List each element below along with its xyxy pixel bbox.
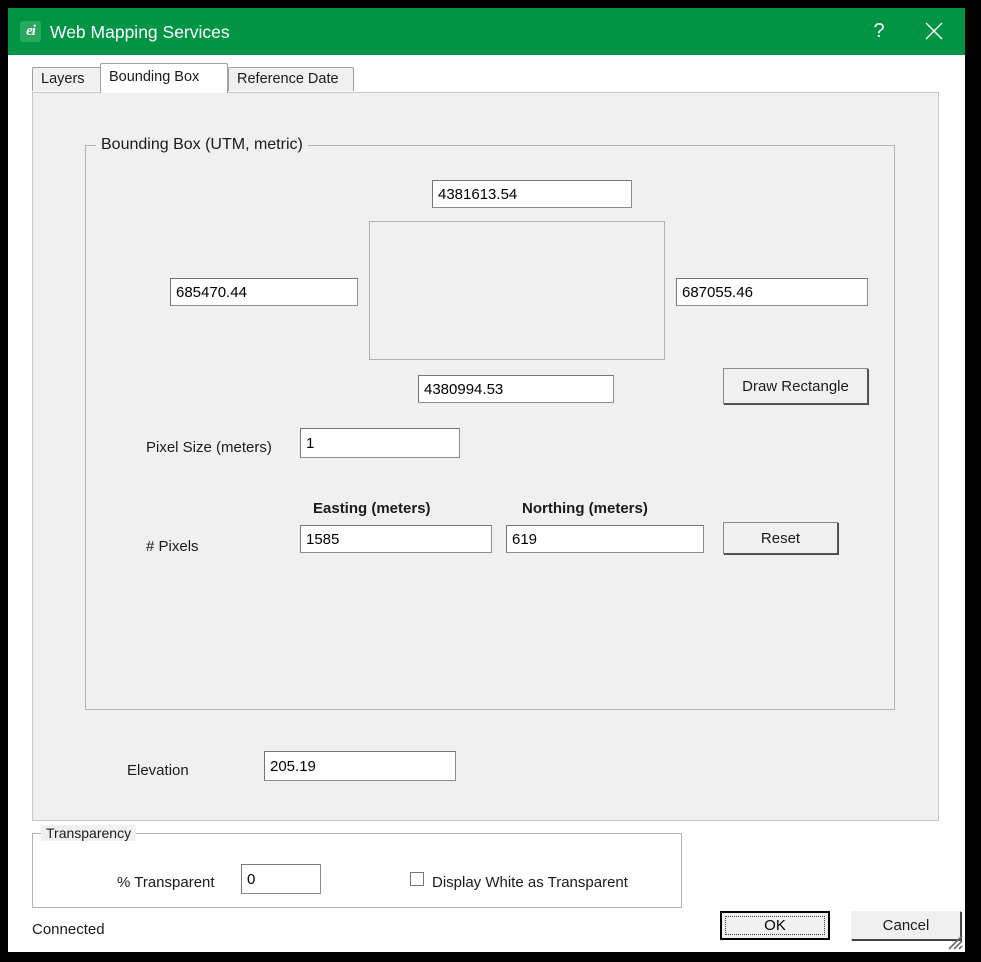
bounding-box-group: Bounding Box (UTM, metric) 4381613.54 68… [85, 145, 895, 710]
close-button[interactable] [911, 8, 957, 55]
title-bar: ei Web Mapping Services ? [8, 8, 965, 55]
pixel-size-input[interactable]: 1 [300, 428, 460, 458]
pixel-size-value: 1 [306, 436, 314, 451]
num-pixels-label: # Pixels [146, 539, 199, 554]
percent-transparent-label: % Transparent [117, 875, 215, 890]
close-icon [925, 22, 943, 40]
resize-grip-icon[interactable] [945, 932, 963, 950]
display-white-transparent-checkbox[interactable] [410, 872, 424, 886]
west-bound-value: 685470.44 [176, 285, 247, 300]
reset-label: Reset [761, 530, 800, 547]
elevation-label: Elevation [127, 763, 189, 778]
south-bound-value: 4380994.53 [424, 382, 503, 397]
ok-button[interactable]: OK [720, 911, 830, 940]
west-bound-input[interactable]: 685470.44 [170, 278, 358, 306]
easting-header-label: Easting (meters) [313, 501, 431, 516]
ok-label: OK [725, 916, 825, 935]
transparency-group-label: Transparency [41, 825, 136, 841]
south-bound-input[interactable]: 4380994.53 [418, 375, 614, 403]
transparency-group: Transparency % Transparent 0 Display Whi… [32, 833, 682, 908]
dialog-window: ei Web Mapping Services ? Layers Boundin… [8, 8, 965, 952]
question-mark-icon: ? [873, 20, 884, 42]
tab-bounding-box[interactable]: Bounding Box [100, 63, 228, 93]
app-logo-icon: ei [20, 21, 41, 42]
pixel-size-label: Pixel Size (meters) [146, 440, 272, 455]
status-bar-text: Connected [32, 921, 105, 938]
northing-pixels-value: 619 [512, 532, 537, 547]
tab-layers[interactable]: Layers [32, 67, 102, 91]
elevation-value: 205.19 [270, 759, 316, 774]
bounding-box-preview-rect[interactable] [369, 221, 665, 360]
reset-button[interactable]: Reset [723, 522, 838, 554]
easting-pixels-value: 1585 [306, 532, 339, 547]
north-bound-value: 4381613.54 [438, 187, 517, 202]
display-white-transparent-label: Display White as Transparent [432, 875, 628, 890]
elevation-input[interactable]: 205.19 [264, 751, 456, 781]
cancel-label: Cancel [883, 917, 930, 934]
draw-rectangle-label: Draw Rectangle [742, 378, 849, 395]
east-bound-input[interactable]: 687055.46 [676, 278, 868, 306]
easting-pixels-input[interactable]: 1585 [300, 525, 492, 553]
north-bound-input[interactable]: 4381613.54 [432, 180, 632, 208]
northing-header-label: Northing (meters) [522, 501, 648, 516]
percent-transparent-value: 0 [247, 872, 255, 887]
percent-transparent-input[interactable]: 0 [241, 864, 321, 894]
draw-rectangle-button[interactable]: Draw Rectangle [723, 368, 868, 404]
tab-page-bounding-box: Bounding Box (UTM, metric) 4381613.54 68… [32, 92, 939, 821]
window-title: Web Mapping Services [50, 19, 230, 45]
bounding-box-group-label: Bounding Box (UTM, metric) [96, 136, 308, 154]
help-button[interactable]: ? [856, 8, 902, 55]
east-bound-value: 687055.46 [682, 285, 753, 300]
northing-pixels-input[interactable]: 619 [506, 525, 704, 553]
tab-layers-label: Layers [41, 71, 85, 87]
tab-bounding-box-label: Bounding Box [109, 69, 199, 85]
tab-reference-date[interactable]: Reference Date [228, 67, 354, 91]
tab-reference-date-label: Reference Date [237, 71, 339, 87]
